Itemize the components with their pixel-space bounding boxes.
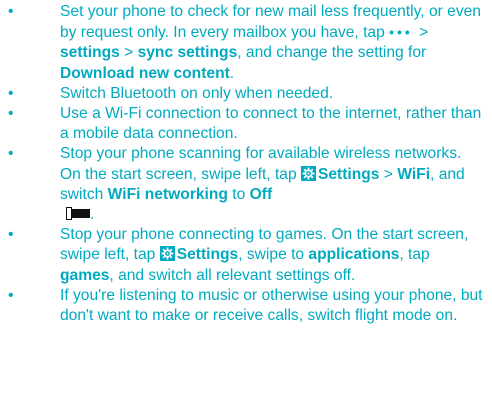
tip-bold-text: Off bbox=[249, 185, 273, 203]
list-item: • If you're listening to music or otherw… bbox=[8, 286, 484, 326]
more-ellipsis-icon: ••• bbox=[389, 24, 413, 41]
list-item: • Switch Bluetooth on only when needed. bbox=[8, 84, 484, 104]
list-item: • Stop your phone scanning for available… bbox=[8, 144, 484, 225]
tip-text: > bbox=[379, 165, 398, 183]
tip-text: If you're listening to music or otherwis… bbox=[60, 286, 483, 325]
tip-text: to bbox=[227, 185, 250, 203]
tip-text: , and switch all relevant settings off. bbox=[109, 266, 356, 284]
tip-text: Use a Wi-Fi connection to connect to the… bbox=[60, 105, 482, 143]
tip-bold-text: Download new content bbox=[60, 64, 230, 82]
tip-bold-text: sync settings bbox=[137, 44, 238, 62]
list-item: • Use a Wi-Fi connection to connect to t… bbox=[8, 104, 484, 144]
tip-bold-text: WiFi bbox=[397, 165, 431, 183]
tip-bold-text: Settings bbox=[176, 246, 239, 264]
tip-text: , and change the setting for bbox=[237, 44, 427, 62]
tip-text: , swipe to bbox=[238, 246, 309, 264]
tip-text: > bbox=[414, 24, 429, 42]
document-page: • Set your phone to check for new mail l… bbox=[0, 0, 492, 407]
tip-bold-text: applications bbox=[308, 246, 400, 264]
bullet: • bbox=[8, 226, 14, 244]
list-item: • Set your phone to check for new mail l… bbox=[8, 2, 484, 84]
tip-text: , tap bbox=[399, 246, 430, 264]
bullet: • bbox=[8, 84, 14, 102]
settings-gear-icon bbox=[159, 246, 175, 262]
tip-text: . bbox=[90, 206, 95, 224]
tip-text: Switch Bluetooth on only when needed. bbox=[60, 84, 334, 102]
tip-bold-text: WiFi networking bbox=[107, 185, 228, 203]
bullet: • bbox=[8, 286, 14, 304]
tip-bold-text: settings bbox=[60, 44, 120, 62]
tip-bold-text: games bbox=[60, 266, 110, 284]
tip-bold-text: Settings bbox=[317, 165, 380, 183]
bullet: • bbox=[8, 145, 14, 163]
settings-gear-icon bbox=[300, 165, 316, 181]
bullet: • bbox=[8, 105, 14, 123]
bullet: • bbox=[8, 3, 14, 20]
tip-text: . bbox=[229, 64, 235, 82]
battery-tips-list: • Set your phone to check for new mail l… bbox=[8, 2, 484, 326]
list-item: • Stop your phone connecting to games. O… bbox=[8, 225, 484, 286]
tip-text: > bbox=[119, 44, 138, 62]
toggle-off-icon bbox=[66, 207, 90, 221]
